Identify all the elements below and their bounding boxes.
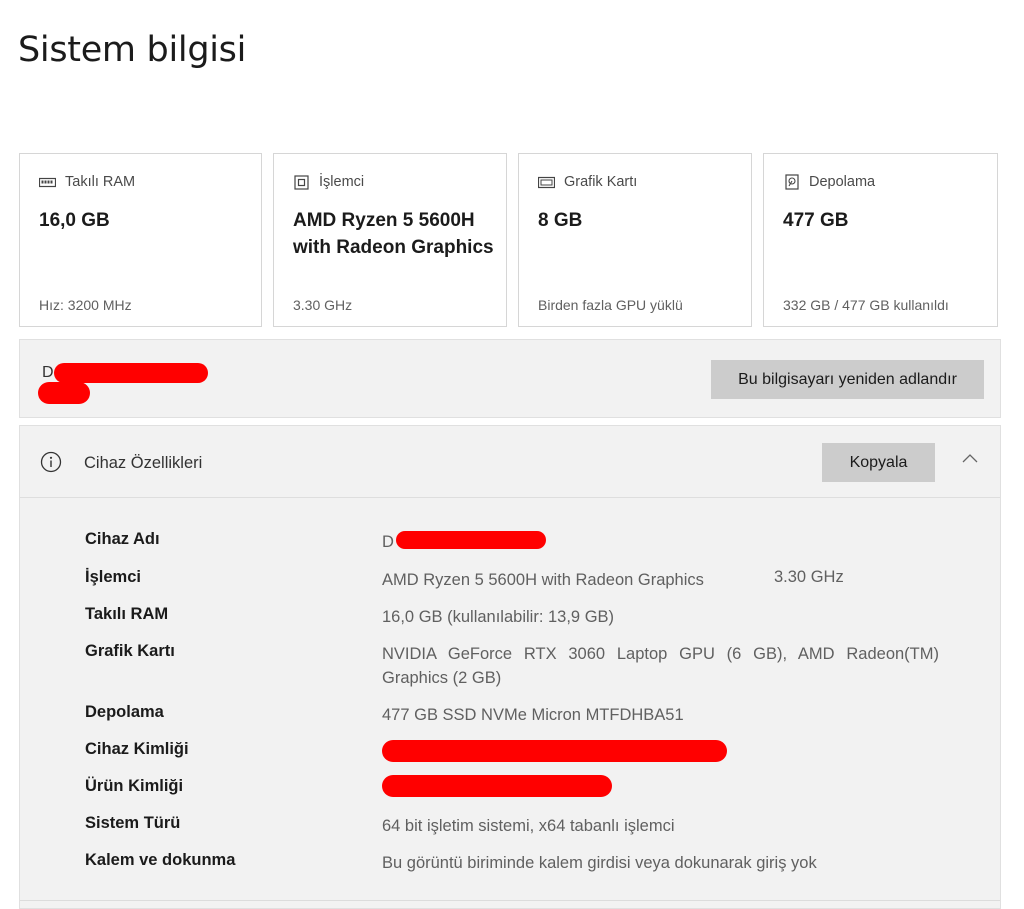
spec-label: Sistem Türü <box>85 814 181 832</box>
graphics-card-icon <box>538 175 555 189</box>
device-specifications-panel: Cihaz Özellikleri Kopyala Cihaz Adı D İş… <box>19 425 1001 909</box>
ram-card-label: Takılı RAM <box>65 174 136 190</box>
spec-label: Cihaz Kimliği <box>85 740 189 758</box>
processor-card-value: AMD Ryzen 5 5600H with Radeon Graphics <box>293 210 494 258</box>
storage-card-label: Depolama <box>809 174 876 190</box>
spec-value: AMD Ryzen 5 5600H with Radeon Graphics <box>382 571 704 589</box>
graphics-card-label: Grafik Kartı <box>564 174 638 190</box>
redaction-mark <box>38 382 90 404</box>
graphics-card-sub: Birden fazla GPU yüklü <box>538 297 683 313</box>
chevron-up-icon[interactable] <box>960 451 980 465</box>
page-title: Sistem bilgisi <box>18 30 247 70</box>
storage-card-header: Depolama <box>783 174 875 190</box>
storage-card: Depolama 477 GB 332 GB / 477 GB kullanıl… <box>763 153 998 327</box>
rename-pc-button[interactable]: Bu bilgisayarı yeniden adlandır <box>711 360 984 399</box>
spec-value: 64 bit işletim sistemi, x64 tabanlı işle… <box>382 817 675 835</box>
ram-card: Takılı RAM 16,0 GB Hız: 3200 MHz <box>19 153 262 327</box>
spec-label: İşlemci <box>85 568 141 586</box>
processor-card-header: İşlemci <box>293 174 364 190</box>
spec-label: Depolama <box>85 703 164 721</box>
ram-icon <box>39 175 56 189</box>
redaction-mark <box>382 775 612 797</box>
storage-icon <box>783 174 800 190</box>
spec-label: Ürün Kimliği <box>85 777 184 795</box>
spec-value: Bu görüntü biriminde kalem girdisi veya … <box>382 854 817 872</box>
device-name: D <box>42 364 54 381</box>
storage-card-value: 477 GB <box>783 210 849 231</box>
copy-button[interactable]: Kopyala <box>822 443 935 482</box>
spec-value: NVIDIA GeForce RTX 3060 Laptop GPU (6 GB… <box>382 645 939 687</box>
processor-card: İşlemci AMD Ryzen 5 5600H with Radeon Gr… <box>273 153 507 327</box>
graphics-card-header: Grafik Kartı <box>538 174 637 190</box>
rename-bar: D Bu bilgisayarı yeniden adlandır <box>19 339 1001 418</box>
redaction-mark <box>382 740 727 762</box>
spec-value-frequency: 3.30 GHz <box>774 568 844 586</box>
graphics-card: Grafik Kartı 8 GB Birden fazla GPU yüklü <box>518 153 752 327</box>
device-specifications-header[interactable]: Cihaz Özellikleri Kopyala <box>20 426 1000 498</box>
spec-value: 477 GB SSD NVMe Micron MTFDHBA51 <box>382 706 684 724</box>
ram-card-sub: Hız: 3200 MHz <box>39 297 132 313</box>
graphics-card-value: 8 GB <box>538 210 583 231</box>
processor-card-label: İşlemci <box>319 174 365 190</box>
ram-card-value: 16,0 GB <box>39 210 110 231</box>
redaction-mark <box>54 363 208 383</box>
spec-label: Kalem ve dokunma <box>85 851 236 869</box>
spec-value: 16,0 GB (kullanılabilir: 13,9 GB) <box>382 608 615 626</box>
spec-label: Cihaz Adı <box>85 530 160 548</box>
info-icon <box>40 451 62 473</box>
processor-icon <box>293 174 310 190</box>
divider <box>20 900 1000 901</box>
processor-card-sub: 3.30 GHz <box>293 297 353 313</box>
summary-cards: Takılı RAM 16,0 GB Hız: 3200 MHz İşlemci… <box>19 153 998 327</box>
spec-label: Takılı RAM <box>85 605 169 623</box>
device-specifications-title: Cihaz Özellikleri <box>84 454 203 472</box>
spec-label: Grafik Kartı <box>85 642 175 660</box>
storage-card-sub: 332 GB / 477 GB kullanıldı <box>783 297 949 313</box>
redaction-mark <box>396 531 546 549</box>
ram-card-header: Takılı RAM <box>39 174 135 190</box>
